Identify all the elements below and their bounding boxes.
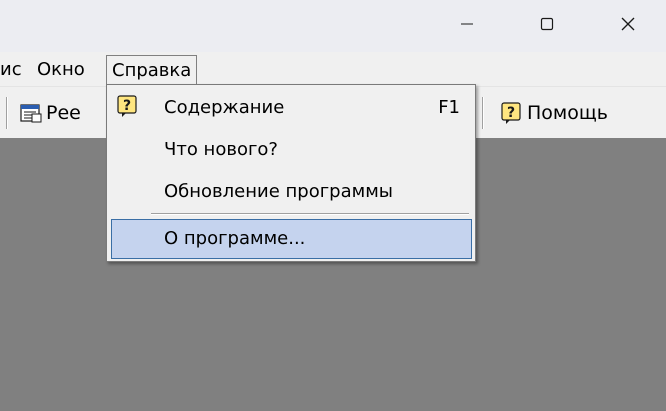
menu-window[interactable]: Окно	[31, 55, 91, 84]
menu-item-program-update[interactable]: Обновление программы	[111, 172, 472, 212]
menu-item-contents[interactable]: Содержание F1	[111, 88, 472, 128]
menu-item-whats-new[interactable]: Что нового?	[111, 130, 472, 170]
help-button[interactable]: ? Помощь	[501, 99, 631, 127]
close-button[interactable]	[605, 0, 651, 48]
maximize-icon	[540, 17, 554, 31]
close-icon	[621, 17, 635, 31]
menu-bar: ис Окно Справка	[0, 52, 666, 86]
minimize-icon	[461, 23, 473, 25]
menu-help[interactable]: Справка	[106, 55, 198, 84]
help-dropdown-menu: ? Содержание F1 Что нового? Обновление п…	[106, 84, 476, 262]
toolbar-separator	[482, 97, 484, 129]
menu-separator	[151, 213, 469, 215]
menu-item-label: Содержание	[164, 97, 285, 118]
registry-button[interactable]: Рее	[20, 99, 106, 127]
menu-item-label: Что нового?	[164, 139, 278, 160]
registry-icon	[20, 104, 42, 123]
menu-item-label: О программе...	[164, 228, 306, 249]
title-bar	[0, 0, 666, 52]
help-icon: ?	[501, 102, 521, 124]
maximize-button[interactable]	[524, 0, 570, 48]
toolbar-separator	[6, 97, 8, 129]
menu-service[interactable]: ис	[0, 55, 28, 84]
minimize-button[interactable]	[444, 0, 490, 48]
registry-button-label: Рее	[46, 102, 81, 124]
menu-item-shortcut: F1	[438, 97, 460, 118]
menu-item-about[interactable]: О программе...	[111, 219, 472, 259]
help-button-label: Помощь	[527, 102, 608, 124]
menu-item-label: Обновление программы	[164, 181, 393, 202]
svg-text:?: ?	[507, 105, 515, 121]
